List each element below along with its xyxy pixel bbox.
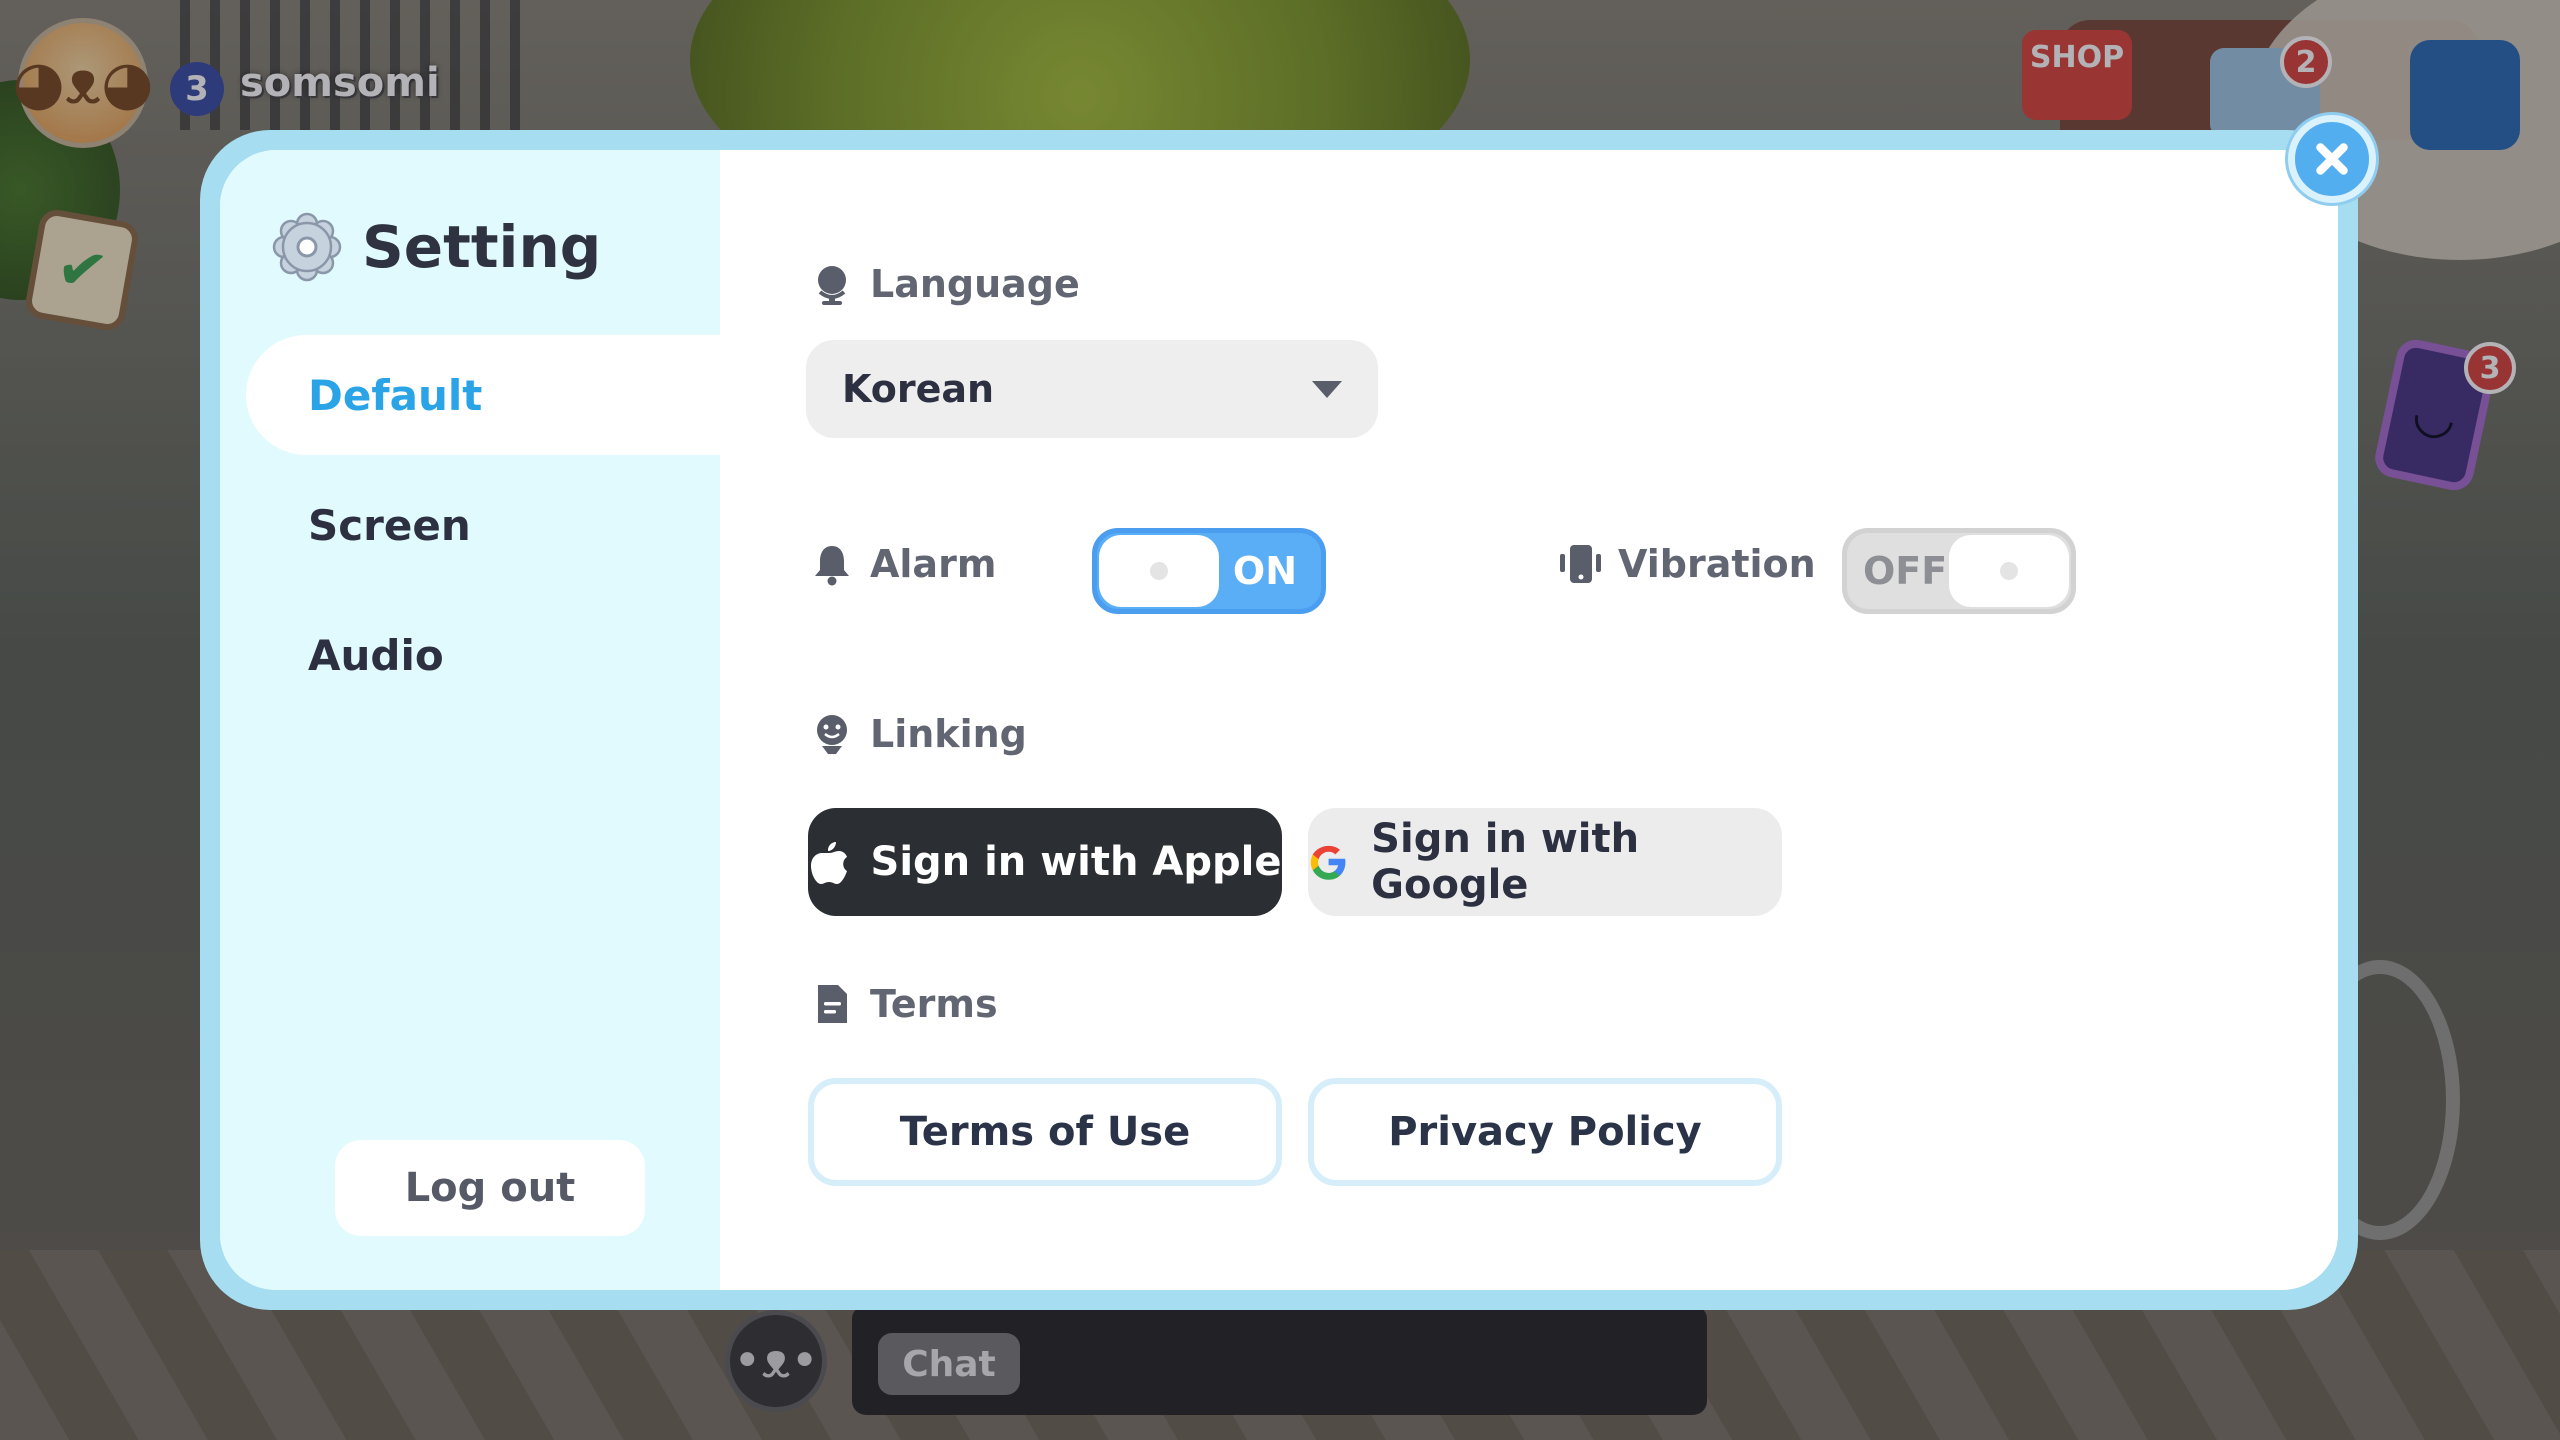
settings-content: Language Korean Alarm ON Vibration OFF L…: [720, 150, 2338, 1290]
linking-section-label: Linking: [810, 712, 1027, 756]
vibration-toggle[interactable]: OFF: [1842, 528, 2076, 614]
close-icon: [2316, 143, 2348, 175]
apple-logo-icon: [810, 842, 847, 884]
user-link-icon: [817, 715, 847, 754]
privacy-policy-button[interactable]: Privacy Policy: [1308, 1078, 1782, 1186]
alarm-toggle-knob: [1099, 535, 1219, 607]
settings-title: Setting: [362, 213, 602, 281]
linking-label: Linking: [870, 712, 1027, 756]
settings-modal: Setting Default Screen Audio Log out Lan…: [200, 130, 2358, 1310]
tab-audio[interactable]: Audio: [246, 595, 720, 715]
close-button[interactable]: [2288, 115, 2376, 203]
terms-section-label: Terms: [810, 982, 998, 1026]
chevron-down-icon: [1312, 380, 1342, 398]
language-section-label: Language: [810, 262, 1080, 306]
vibration-label: Vibration: [1618, 542, 1816, 586]
gear-icon: [272, 212, 342, 282]
google-logo-icon: [1310, 845, 1346, 880]
document-icon: [818, 985, 847, 1023]
language-dropdown[interactable]: Korean: [806, 340, 1378, 438]
vibrate-phone-icon: [1560, 545, 1601, 583]
settings-header: Setting: [272, 212, 601, 282]
globe-icon: [818, 266, 846, 305]
settings-modal-body: Setting Default Screen Audio Log out Lan…: [220, 150, 2338, 1290]
vibration-section-label: Vibration: [1558, 542, 1816, 586]
settings-sidebar: Setting Default Screen Audio Log out: [220, 150, 720, 1290]
terms-label: Terms: [870, 982, 998, 1026]
sign-in-google-button[interactable]: Sign in with Google: [1308, 808, 1782, 916]
sign-in-apple-button[interactable]: Sign in with Apple: [808, 808, 1282, 916]
bell-icon: [815, 546, 849, 586]
language-label: Language: [870, 262, 1080, 306]
alarm-section-label: Alarm: [810, 542, 996, 586]
tab-default[interactable]: Default: [246, 335, 720, 455]
vibration-toggle-state: OFF: [1863, 549, 1948, 593]
alarm-toggle-state: ON: [1232, 549, 1297, 593]
sign-in-apple-label: Sign in with Apple: [870, 839, 1282, 885]
language-value: Korean: [842, 367, 995, 411]
alarm-toggle[interactable]: ON: [1092, 528, 1326, 614]
logout-button[interactable]: Log out: [335, 1140, 645, 1236]
tab-screen[interactable]: Screen: [246, 465, 720, 585]
terms-of-use-button[interactable]: Terms of Use: [808, 1078, 1282, 1186]
vibration-toggle-knob: [1949, 535, 2069, 607]
alarm-label: Alarm: [870, 542, 997, 586]
sign-in-google-label: Sign in with Google: [1371, 816, 1640, 908]
